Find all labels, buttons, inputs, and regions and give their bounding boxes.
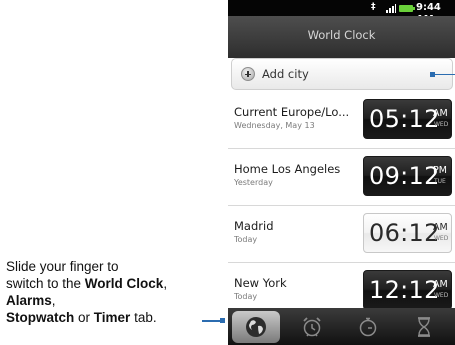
- clock-time: 09:12: [369, 162, 440, 190]
- callout-line: [202, 320, 221, 322]
- city-name: New York: [234, 276, 287, 290]
- hourglass-icon: [418, 317, 430, 337]
- caption-text: ,: [163, 276, 168, 291]
- digital-clock: 12:12 AM WED: [363, 270, 452, 310]
- caption-text: tab.: [130, 310, 157, 325]
- clock-ampm: AM: [433, 222, 448, 233]
- clock-ampm: AM: [433, 108, 448, 119]
- caption-alarms: Alarms: [6, 293, 52, 308]
- clock-row-madrid[interactable]: Madrid Today 06:12 AM WED: [228, 206, 455, 263]
- city-name: Madrid: [234, 219, 274, 233]
- clock-ampm: AM: [433, 279, 448, 290]
- caption-text: or: [74, 310, 94, 325]
- clock-time: 06:12: [369, 219, 440, 247]
- globe-icon: [246, 317, 266, 337]
- city-name: Current Europe/Lo...: [234, 105, 350, 119]
- battery-icon: [399, 5, 415, 12]
- tab-timer[interactable]: [400, 311, 448, 343]
- clock-time: 12:12: [369, 276, 440, 304]
- digital-clock: 05:12 AM WED: [363, 99, 452, 139]
- digital-clock: 06:12 AM WED: [363, 213, 452, 253]
- caption-timer: Timer: [93, 310, 131, 325]
- city-name: Home Los Angeles: [234, 162, 341, 176]
- instruction-caption: Slide your finger to switch to the World…: [6, 258, 216, 326]
- tab-alarms[interactable]: [288, 311, 336, 343]
- clock-day: WED: [434, 235, 449, 242]
- city-date: Yesterday: [234, 178, 273, 187]
- page-title: World Clock: [307, 28, 376, 42]
- title-bar: World Clock: [228, 16, 455, 58]
- phone-screen: ‡ 9:44 AM World Clock Add city Current E…: [228, 0, 455, 345]
- usb-icon: ‡: [371, 2, 376, 12]
- plus-icon: [241, 67, 255, 81]
- caption-stopwatch: Stopwatch: [6, 310, 75, 325]
- city-date: Wednesday, May 13: [234, 121, 315, 130]
- caption-line1: Slide your finger to: [6, 259, 119, 274]
- clock-ampm: PM: [433, 165, 447, 176]
- clock-day: WED: [434, 121, 449, 128]
- tab-stopwatch[interactable]: [344, 311, 392, 343]
- clock-day: WED: [434, 292, 449, 299]
- tab-world-clock[interactable]: [232, 311, 280, 343]
- caption-text: ,: [51, 293, 56, 308]
- callout-line: [433, 73, 455, 75]
- digital-clock: 09:12 PM TUE: [363, 156, 452, 196]
- signal-icon: [386, 4, 396, 13]
- stopwatch-icon: [359, 317, 377, 337]
- caption-text: switch to the: [6, 276, 85, 291]
- clock-time: 05:12: [369, 105, 440, 133]
- clock-day: TUE: [434, 178, 446, 185]
- city-date: Today: [234, 292, 258, 301]
- status-bar: ‡ 9:44 AM: [228, 0, 455, 25]
- callout-marker: [220, 318, 225, 323]
- alarm-clock-icon: [303, 317, 321, 337]
- tab-bar: [228, 308, 455, 345]
- add-city-label: Add city: [262, 67, 309, 81]
- clock-row-current[interactable]: Current Europe/Lo... Wednesday, May 13 0…: [228, 92, 455, 149]
- add-city-button[interactable]: Add city: [231, 58, 453, 90]
- clock-row-home[interactable]: Home Los Angeles Yesterday 09:12 PM TUE: [228, 149, 455, 206]
- city-date: Today: [234, 235, 258, 244]
- caption-world-clock: World Clock: [84, 276, 164, 291]
